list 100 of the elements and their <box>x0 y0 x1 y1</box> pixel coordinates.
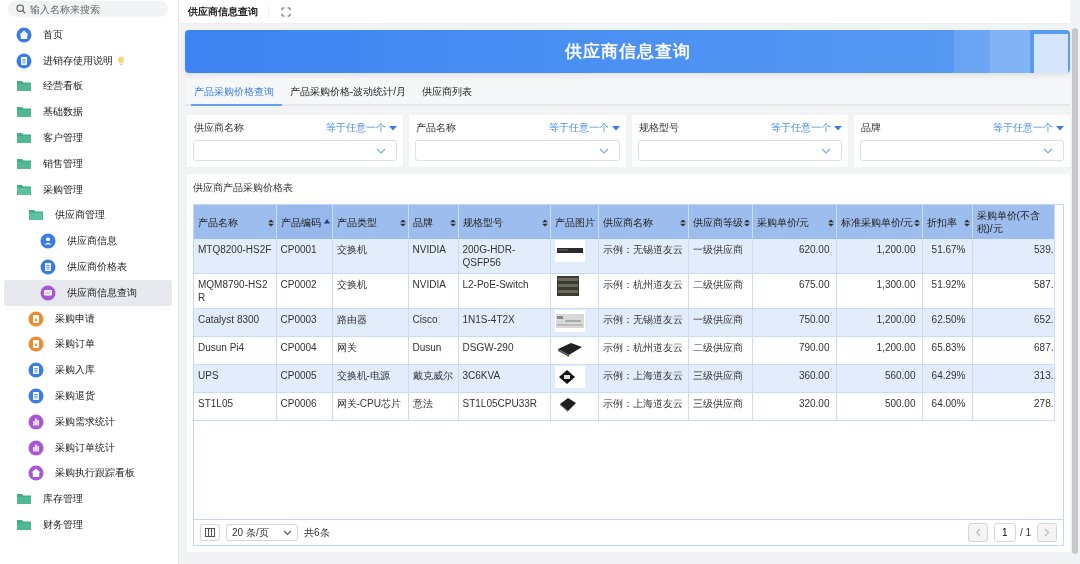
table-cell: Dusun Pi4 <box>198 342 245 353</box>
bar-chart-icon <box>28 439 44 456</box>
table-cell: CP0006 <box>280 398 317 409</box>
page-size-select[interactable]: 20 条/页 <box>226 524 298 541</box>
table-cell: MQM8790-HS2R <box>198 279 268 303</box>
sidebar-item[interactable]: 库存管理 <box>4 486 172 513</box>
table-cell: 二级供应商 <box>692 279 743 290</box>
total-count: 共6条 <box>304 525 330 540</box>
operator-dropdown[interactable]: 等于任意一个 <box>770 121 842 135</box>
sidebar-item[interactable]: 供应商价格表 <box>4 254 172 280</box>
chevron-down-icon <box>820 147 831 154</box>
column-settings-button[interactable] <box>200 524 220 541</box>
table-cell: 560.00 <box>884 370 916 381</box>
column-header[interactable]: 供应商名称 <box>598 205 688 239</box>
select-field[interactable] <box>415 140 620 161</box>
table-cell: UPS <box>198 370 219 381</box>
sidebar-item[interactable]: 采购入库 <box>4 357 172 384</box>
document-icon <box>16 52 32 69</box>
table-cell: 278. <box>1034 398 1053 409</box>
caret-icon <box>1056 125 1064 131</box>
column-header: 产品图片 <box>550 205 598 239</box>
sidebar-item[interactable]: 采购申请 <box>4 305 172 332</box>
document-icon <box>28 388 44 405</box>
page-count: / 1 <box>1019 527 1031 538</box>
fullscreen-icon[interactable] <box>281 6 291 17</box>
table-cell: 539. <box>1034 244 1053 255</box>
tab[interactable]: 产品采购价格-波动统计/月 <box>287 79 415 106</box>
sidebar-item[interactable]: 客户管理 <box>4 125 172 151</box>
tab[interactable]: 供应商列表 <box>419 79 481 106</box>
sidebar-item[interactable]: 基础数据 <box>4 99 172 126</box>
scrollbar[interactable] <box>1070 0 1080 564</box>
table-cell: 587. <box>1034 279 1053 290</box>
table-cell: 1,200.00 <box>876 244 916 255</box>
table-cell: 示例：无锡道友云 <box>602 244 683 255</box>
table-cell: 51.92% <box>931 279 966 290</box>
column-header[interactable]: 产品类型 <box>332 205 408 239</box>
table-cell: 交换机 <box>336 244 367 255</box>
column-header[interactable]: 品牌 <box>408 205 458 239</box>
column-header[interactable]: 折扣率 <box>922 205 972 239</box>
chevron-down-icon <box>376 147 387 154</box>
table-cell: 示例：无锡道友云 <box>602 314 683 325</box>
select-field[interactable] <box>859 140 1064 161</box>
sidebar-item[interactable]: 采购需求统计 <box>4 408 172 435</box>
table-cell: 示例：杭州道友云 <box>602 279 683 290</box>
sidebar-item[interactable]: 采购管理 <box>4 176 172 203</box>
table-cell: 交换机-电源 <box>336 370 390 381</box>
tab[interactable]: 产品采购价格查询 <box>191 79 282 106</box>
column-header[interactable]: 产品名称 <box>194 205 276 239</box>
sidebar-item[interactable]: 经营看板 <box>4 73 172 100</box>
sidebar-item[interactable]: 首页 <box>4 22 172 48</box>
select-field[interactable] <box>193 140 398 161</box>
table-cell: MTQ8200-HS2F <box>198 244 272 255</box>
operator-dropdown[interactable]: 等于任意一个 <box>548 121 620 135</box>
sidebar-item[interactable]: 供应商管理 <box>4 202 172 229</box>
search-field[interactable]: 输入名称来搜索 <box>8 1 168 17</box>
table-cell: 687. <box>1034 342 1053 353</box>
home-icon <box>28 465 44 482</box>
sidebar-item[interactable]: 采购订单 <box>4 331 172 358</box>
table-cell: 64.00% <box>931 398 966 409</box>
filter-label: 供应商名称 <box>194 121 244 135</box>
table-title: 供应商产品采购价格表 <box>193 181 294 195</box>
sidebar-item[interactable]: 供应商信息 <box>4 228 172 255</box>
clipboard-icon <box>28 310 44 327</box>
table-cell: 交换机 <box>336 279 367 290</box>
sidebar-item[interactable]: 供应商信息查询 <box>4 279 172 306</box>
table-cell: 1N1S-4T2X <box>462 314 515 325</box>
column-header[interactable]: 标准采购单价/元 <box>836 205 922 239</box>
column-header[interactable]: 产品编码 <box>276 205 332 239</box>
column-header[interactable]: 采购单价/元 <box>752 205 836 239</box>
page-tab[interactable]: 供应商信息查询 <box>188 4 269 19</box>
document-icon <box>40 259 56 276</box>
page-number-field[interactable]: 1 <box>993 523 1016 542</box>
table-cell: 64.29% <box>931 370 966 381</box>
chevron-right-icon <box>1044 528 1050 537</box>
banner-title: 供应商信息查询 <box>564 41 691 63</box>
column-header[interactable]: 供应商等级 <box>688 205 752 239</box>
table-cell: 三级供应商 <box>692 370 743 381</box>
table-cell: Dusun <box>412 342 442 353</box>
sidebar-item[interactable]: 采购退货 <box>4 383 172 409</box>
table-cell: 200G-HDR-QSFP56 <box>462 244 516 268</box>
table-cell: 1,300.00 <box>876 279 916 290</box>
table-cell: NVIDIA <box>412 244 446 255</box>
operator-dropdown[interactable]: 等于任意一个 <box>326 121 398 135</box>
table-cell: CP0003 <box>280 314 317 325</box>
table-cell: 示例：上海道友云 <box>602 370 683 381</box>
sidebar-item[interactable]: 进销存使用说明 <box>4 47 172 74</box>
table-cell: 652. <box>1034 314 1053 325</box>
column-header[interactable]: 规格型号 <box>458 205 550 239</box>
table-cell: 三级供应商 <box>692 398 743 409</box>
sidebar-item[interactable]: 采购执行跟踪看板 <box>4 460 172 487</box>
table-cell: 路由器 <box>336 314 367 325</box>
sidebar-item[interactable]: 采购订单统计 <box>4 434 172 461</box>
operator-dropdown[interactable]: 等于任意一个 <box>993 121 1064 135</box>
table-cell: 戴克威尔 <box>412 370 453 381</box>
caret-icon <box>611 125 620 131</box>
table-cell: CP0001 <box>280 244 317 255</box>
sidebar-item[interactable]: 销售管理 <box>4 151 172 177</box>
table-cell: 500.00 <box>884 398 916 409</box>
sidebar-item[interactable]: 财务管理 <box>4 512 172 538</box>
select-field[interactable] <box>637 140 842 161</box>
